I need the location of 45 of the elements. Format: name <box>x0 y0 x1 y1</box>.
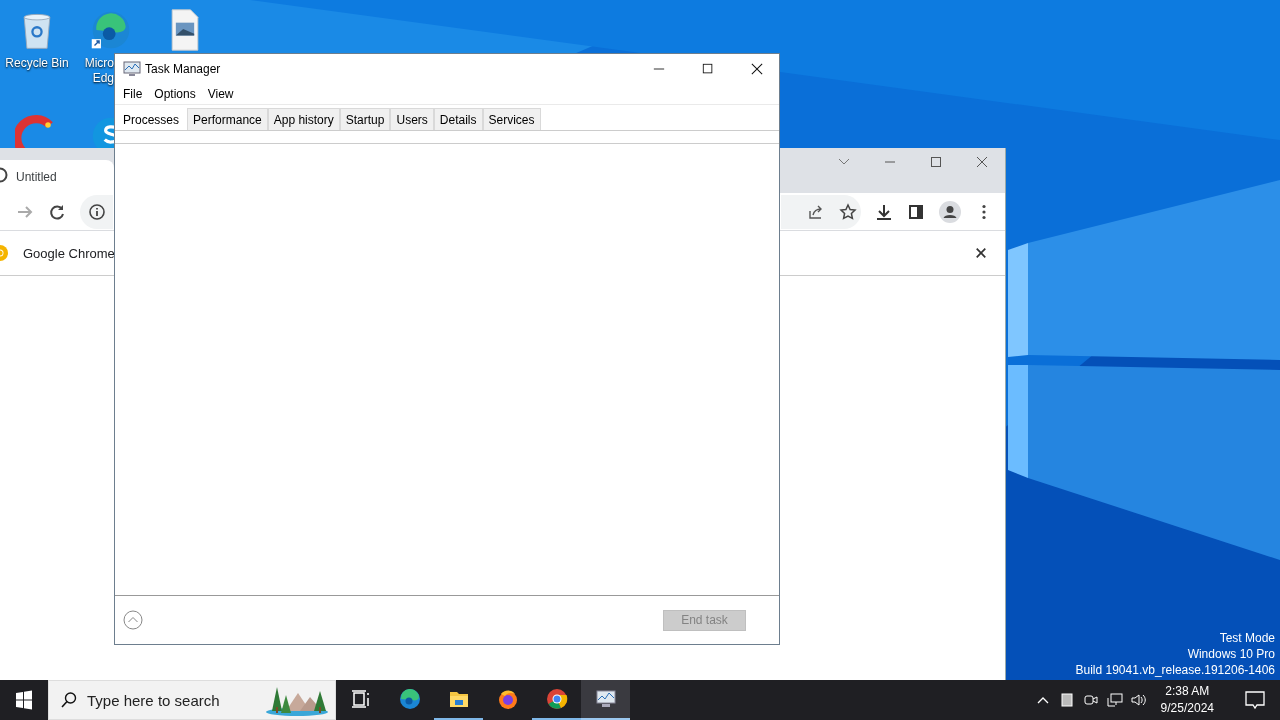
side-panel-icon[interactable] <box>907 202 925 221</box>
maximize-icon[interactable] <box>929 155 943 169</box>
taskbar-button[interactable] <box>581 680 630 720</box>
notification-icon[interactable] <box>1244 689 1266 711</box>
tablet-icon[interactable] <box>1058 692 1075 708</box>
tab-title: Untitled <box>16 169 57 184</box>
tab[interactable]: Performance <box>187 108 268 130</box>
avatar-icon[interactable] <box>939 200 961 223</box>
star-icon[interactable] <box>839 202 857 221</box>
watermark-text: Build 19041.vb_release.191206-1406 <box>1075 662 1275 678</box>
maximize-icon[interactable] <box>702 62 714 75</box>
tab[interactable]: App history <box>267 108 340 130</box>
tab[interactable]: Users <box>390 108 434 130</box>
close-icon[interactable] <box>975 247 987 259</box>
tab[interactable]: Services <box>482 108 541 130</box>
camera-icon[interactable] <box>1082 692 1099 708</box>
watermark-text: Test Mode <box>1219 630 1275 646</box>
edge-icon <box>398 688 421 710</box>
download-icon[interactable] <box>875 202 893 221</box>
address-bar[interactable] <box>781 194 861 229</box>
search-field[interactable]: Type here to search <box>48 680 336 720</box>
menu-item[interactable]: View <box>201 86 240 101</box>
clock[interactable]: 2:38 AM 9/25/2024 <box>1160 683 1214 717</box>
speaker-icon[interactable] <box>1130 692 1147 708</box>
info-icon <box>88 202 106 221</box>
task-manager-icon <box>594 688 617 710</box>
browser-tab[interactable]: Untitled <box>0 160 114 193</box>
infobar-text: Google Chrome <box>23 245 115 261</box>
network-icon[interactable] <box>1106 692 1123 708</box>
chrome-icon <box>545 688 568 710</box>
firefox-icon <box>496 688 519 710</box>
window-title: Task Manager <box>145 61 221 76</box>
close-icon[interactable] <box>751 62 763 75</box>
icon-label: Micro Edg <box>83 56 114 86</box>
watermark-text: Windows 10 Pro <box>1187 646 1275 662</box>
collapse-icon[interactable] <box>123 610 143 630</box>
menu-item[interactable]: File <box>117 86 149 101</box>
task-view-icon <box>349 688 372 710</box>
address-bar[interactable] <box>80 194 113 229</box>
tab[interactable]: Startup <box>339 108 391 130</box>
search-icon <box>60 691 78 709</box>
menu-item[interactable]: Options <box>148 86 202 101</box>
monitor-chart-icon <box>123 59 141 78</box>
tab[interactable]: Details <box>433 108 483 130</box>
icon-label: Recycle Bin <box>5 56 69 71</box>
